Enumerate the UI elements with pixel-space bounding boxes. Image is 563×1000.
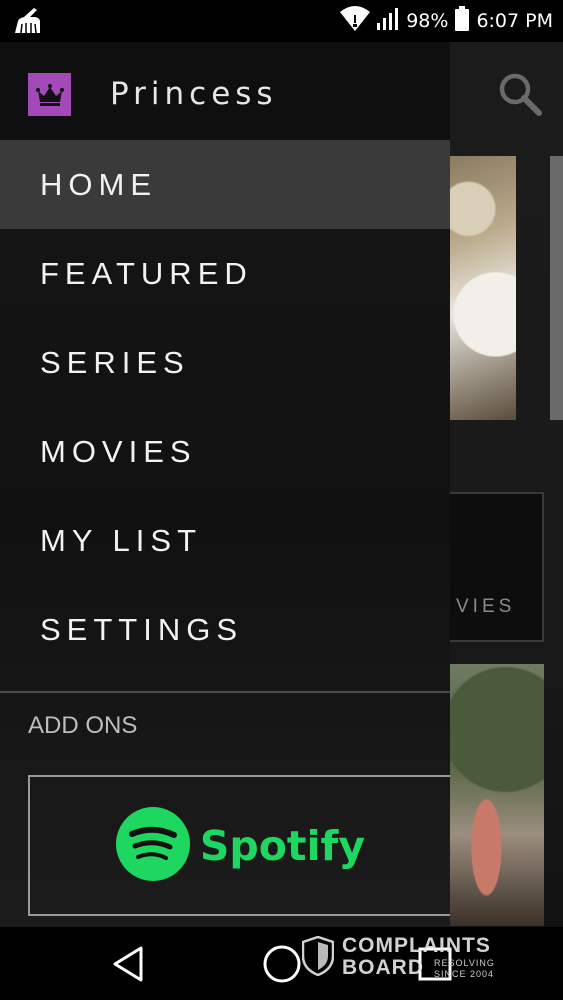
crown-logo-icon — [28, 73, 71, 116]
search-icon[interactable] — [496, 70, 546, 120]
spotify-logo-icon — [115, 806, 190, 885]
menu-item-series[interactable]: SERIES — [0, 318, 450, 407]
spotify-wordmark: Spotify — [199, 821, 366, 870]
menu-item-home[interactable]: HOME — [0, 140, 450, 229]
menu-item-label: MOVIES — [40, 433, 197, 469]
battery-icon — [454, 6, 470, 36]
cleaner-icon — [12, 7, 42, 39]
menu-item-my-list[interactable]: MY LIST — [0, 496, 450, 585]
complaintsboard-watermark: COMPLAINTS BOARD RESOLVING SINCE 2004 — [301, 934, 517, 980]
home-circle-icon[interactable] — [257, 939, 307, 989]
menu-item-label: SETTINGS — [40, 611, 244, 647]
divider — [0, 691, 450, 693]
back-icon[interactable] — [104, 939, 154, 989]
watermark-line1: COMPLAINTS — [342, 934, 491, 957]
menu-item-label: SERIES — [40, 344, 190, 380]
watermark-tagline2: SINCE 2004 — [434, 969, 495, 979]
add-ons-section-label: ADD ONS — [28, 712, 138, 739]
navigation-drawer: Princess HOME FEATURED SERIES MOVIES MY … — [0, 42, 450, 927]
battery-percent: 98% — [406, 10, 449, 32]
cellular-signal-icon — [376, 7, 400, 35]
clock: 6:07 PM — [476, 10, 553, 32]
movies-tile[interactable]: VIES — [440, 492, 544, 642]
menu-item-label: MY LIST — [40, 522, 203, 558]
spotify-addon-button[interactable]: Spotify — [28, 775, 450, 916]
featured-poster[interactable] — [448, 156, 516, 420]
menu-item-label: FEATURED — [40, 255, 253, 291]
menu-item-label: HOME — [40, 166, 157, 202]
wifi-icon — [340, 6, 371, 36]
app-title: Princess — [110, 76, 278, 112]
watermark-line2: BOARD — [342, 956, 424, 979]
menu-item-settings[interactable]: SETTINGS — [0, 585, 450, 674]
drawer-menu: HOME FEATURED SERIES MOVIES MY LIST SETT… — [0, 140, 450, 674]
status-bar: 98% 6:07 PM — [0, 0, 563, 42]
menu-item-movies[interactable]: MOVIES — [0, 407, 450, 496]
watermark-tagline1: RESOLVING — [434, 958, 495, 968]
next-poster-edge[interactable] — [550, 156, 563, 420]
drawer-header: Princess — [0, 42, 450, 140]
content-poster[interactable] — [448, 664, 544, 926]
shield-icon — [301, 935, 335, 980]
menu-item-featured[interactable]: FEATURED — [0, 229, 450, 318]
movies-tile-label: VIES — [456, 596, 516, 617]
